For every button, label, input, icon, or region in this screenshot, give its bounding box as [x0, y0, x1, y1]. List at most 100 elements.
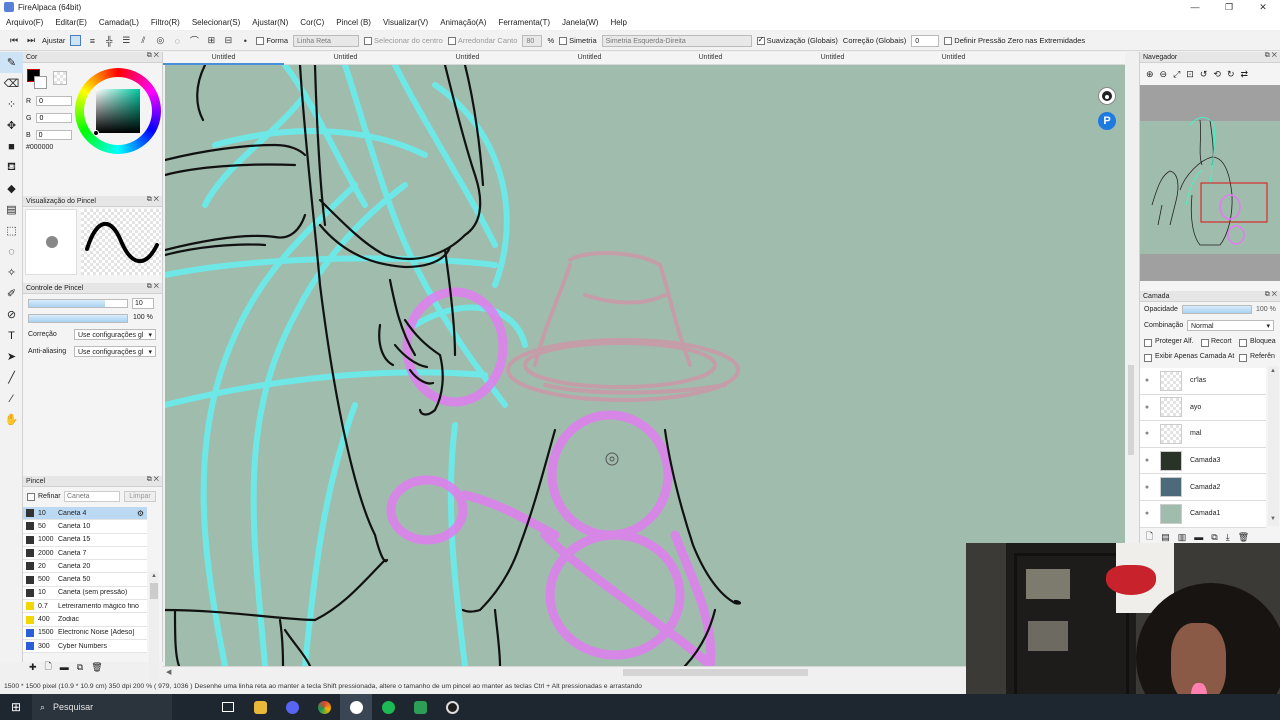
tab-untitled-6[interactable]: Untitled	[772, 54, 893, 61]
minimize-button[interactable]: —	[1178, 0, 1212, 14]
suavizacao-toggle[interactable]: Suavização (Globais)	[756, 35, 838, 45]
duplicate-layer-icon[interactable]: ⧉	[1211, 532, 1217, 543]
tab-untitled-4[interactable]: Untitled	[529, 54, 650, 61]
blend-mode-select[interactable]: Normal ▾	[1187, 320, 1274, 331]
menu-filtro[interactable]: Filtro(R)	[151, 18, 180, 27]
brush-list-item[interactable]: 300 Cyber Numbers	[23, 640, 147, 654]
size-value[interactable]: 10	[132, 298, 154, 309]
snap-perspective-icon[interactable]: ⊟	[222, 35, 234, 47]
obs-icon[interactable]	[436, 694, 468, 720]
lock-checkbox[interactable]	[1239, 339, 1247, 347]
panel-buttons-icon[interactable]: ⧉ ✕	[147, 52, 159, 60]
menu-ajustar[interactable]: Ajustar(N)	[252, 18, 288, 27]
zoom-in-icon[interactable]: ⊕	[1146, 69, 1154, 80]
transparent-swatch[interactable]	[53, 71, 67, 85]
simetria-select[interactable]: Simetria Esquerda-Direita	[601, 34, 752, 47]
panel-buttons-icon[interactable]: ⧉ ✕	[147, 283, 159, 291]
rotate-left-icon[interactable]: ↺	[1200, 69, 1208, 80]
windows-start-icon[interactable]: ⊞	[0, 694, 32, 720]
layer-row[interactable]: ● ayo	[1140, 394, 1266, 422]
move-tool-icon[interactable]: ✥	[0, 115, 23, 136]
navigator-preview[interactable]	[1140, 85, 1280, 281]
new-brush-icon[interactable]: 🗋	[45, 659, 52, 675]
brush-list-item[interactable]: 10 Caneta 4 ⚙	[23, 507, 147, 521]
add-brush-icon[interactable]: ✚	[29, 662, 37, 673]
rotate-reset-icon[interactable]: ⟲	[1213, 69, 1221, 80]
menu-editar[interactable]: Editar(E)	[55, 18, 87, 27]
layer-visibility-icon[interactable]: ●	[1140, 457, 1154, 464]
menu-visualizar[interactable]: Visualizar(V)	[383, 18, 428, 27]
close-button[interactable]: ✕	[1246, 0, 1280, 14]
merge-layer-icon[interactable]: ⤓	[1226, 532, 1230, 543]
magic-wand-icon[interactable]: ✧	[0, 262, 23, 283]
forma-select[interactable]: Linha Reta	[293, 34, 360, 47]
brush-list-item[interactable]: 1500 Electronic Noise [Adeso]	[23, 627, 147, 640]
pressao-toggle[interactable]: Definir Pressão Zero nas Extremidades	[944, 36, 1085, 45]
size-slider[interactable]	[28, 299, 128, 308]
bucket-tool-icon[interactable]: ⛾	[0, 157, 23, 178]
brush-list-item[interactable]: 10 Caneta (sem pressão)	[23, 587, 147, 601]
taskbar-search[interactable]: ⌕ Pesquisar	[32, 694, 172, 720]
arredondar-toggle[interactable]: Arredondar Canto	[447, 36, 517, 45]
refinar-checkbox[interactable]	[27, 493, 35, 501]
firealpaca-taskbar-icon[interactable]	[340, 694, 372, 720]
menu-camada[interactable]: Camada(L)	[99, 18, 139, 27]
arredondar-value[interactable]: 80	[522, 34, 543, 47]
tab-untitled-7[interactable]: Untitled	[893, 54, 1014, 61]
dot-tool-icon[interactable]: ⁘	[0, 94, 23, 115]
layer-row[interactable]: ● Camada2	[1140, 474, 1266, 501]
correcao-select[interactable]: 0	[911, 34, 940, 47]
color-wheel[interactable]	[75, 68, 161, 154]
antialias-dropdown[interactable]: Use configurações gl ▾	[74, 346, 156, 357]
menu-ferramenta[interactable]: Ferramenta(T)	[498, 18, 550, 27]
panel-buttons-icon[interactable]: ⧉ ✕	[1265, 52, 1277, 60]
b-input[interactable]	[35, 130, 72, 140]
brush-list-item[interactable]: 400 Zodiac	[23, 613, 147, 627]
spotify-icon[interactable]	[372, 694, 404, 720]
limpar-button[interactable]: Limpar	[124, 491, 156, 502]
brush-list-item[interactable]: 2000 Caneta 7	[23, 547, 147, 561]
zoom-fit-icon[interactable]: ⤢	[1173, 69, 1180, 80]
adjust-button[interactable]: Ajustar	[42, 36, 65, 45]
panel-buttons-icon[interactable]: ⧉ ✕	[147, 196, 159, 204]
snap-dot-icon[interactable]: •	[239, 35, 251, 47]
maximize-button[interactable]: ❐	[1212, 0, 1246, 14]
panel-buttons-icon[interactable]: ⧉ ✕	[147, 476, 159, 484]
tab-untitled-2[interactable]: Untitled	[285, 54, 406, 61]
brush-list-item[interactable]: 500 Caneta 50	[23, 573, 147, 587]
new-1bit-layer-icon[interactable]: ▥	[1178, 532, 1187, 543]
operation-tool-icon[interactable]: ➤	[0, 346, 23, 367]
snap-curve-icon[interactable]: ◌	[171, 35, 183, 47]
menu-janela[interactable]: Janela(W)	[562, 18, 598, 27]
layer-row[interactable]: ● mal	[1140, 421, 1266, 448]
file-explorer-icon[interactable]	[244, 694, 276, 720]
layer-row[interactable]: ● cr'las	[1140, 368, 1266, 395]
g-input[interactable]	[36, 113, 73, 123]
select-eraser-icon[interactable]: ⊘	[0, 304, 23, 325]
zoom-out-icon[interactable]: ⊖	[1160, 69, 1168, 80]
tab-untitled-1[interactable]: Untitled	[163, 54, 284, 61]
delete-brush-icon[interactable]: 🗑	[91, 662, 102, 673]
discord-icon[interactable]	[276, 694, 308, 720]
clip-checkbox[interactable]	[1201, 339, 1209, 347]
text-tool-icon[interactable]: T	[0, 325, 23, 346]
duplicate-brush-icon[interactable]: ⧉	[77, 662, 83, 673]
snap-cross-icon[interactable]: ╬	[103, 35, 115, 47]
layer-opacity-slider[interactable]	[1182, 305, 1252, 314]
protect-alpha-checkbox[interactable]	[1144, 339, 1152, 347]
reference-checkbox[interactable]	[1239, 354, 1247, 362]
layer-visibility-icon[interactable]: ●	[1140, 377, 1154, 384]
gradient-tool-icon[interactable]: ▤	[0, 199, 23, 220]
tab-untitled-3[interactable]: Untitled	[407, 54, 528, 61]
brush-search-input[interactable]	[64, 491, 120, 502]
fill-rect-icon[interactable]: ■	[0, 136, 23, 157]
eyedropper-tool-icon[interactable]: ⁄	[0, 388, 23, 409]
prev-frame-icon[interactable]: ⏮	[8, 35, 20, 47]
layer-visibility-icon[interactable]: ●	[1140, 510, 1154, 517]
layer-visibility-icon[interactable]: ●	[1140, 404, 1154, 411]
select-pen-icon[interactable]: ✐	[0, 283, 23, 304]
menu-help[interactable]: Help	[610, 18, 626, 27]
hand-tool-icon[interactable]: ✋	[0, 409, 23, 430]
menu-cor[interactable]: Cor(C)	[300, 18, 324, 27]
patreon-icon[interactable]: P	[1098, 112, 1116, 130]
